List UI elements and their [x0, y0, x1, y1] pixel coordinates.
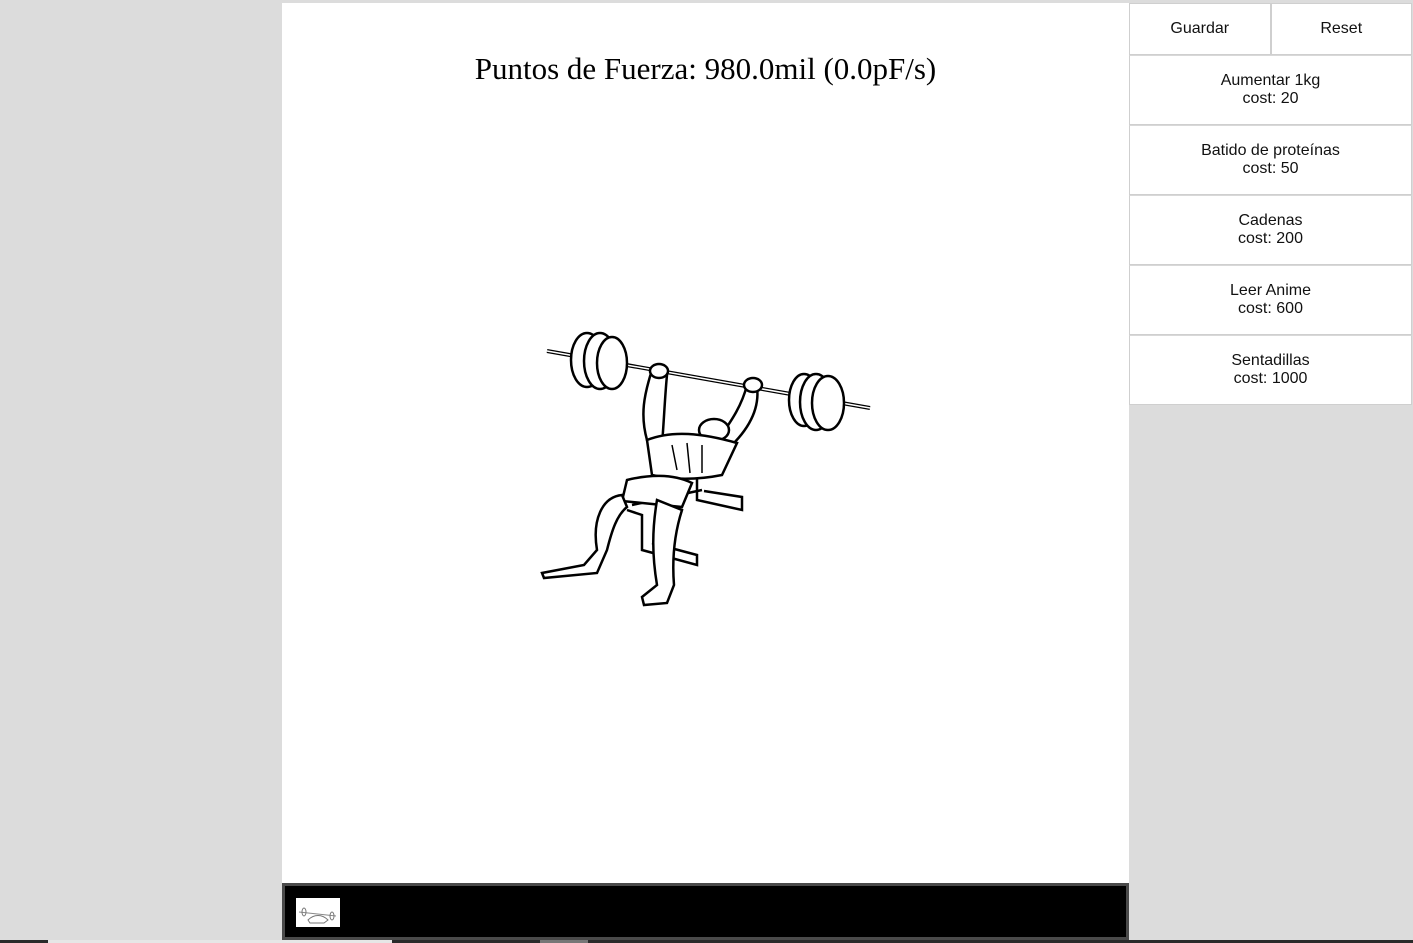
- reset-button[interactable]: Reset: [1270, 3, 1412, 55]
- upgrade-sentadillas[interactable]: Sentadillas cost: 1000: [1129, 335, 1412, 405]
- upgrade-cost: cost: 1000: [1233, 370, 1308, 387]
- left-gutter: [0, 0, 282, 943]
- upgrade-name: Cadenas: [1238, 212, 1303, 229]
- upgrade-cost: cost: 20: [1242, 90, 1299, 107]
- shop-panel: Guardar Reset Aumentar 1kg cost: 20 Bati…: [1129, 3, 1412, 405]
- upgrade-name: Batido de proteínas: [1201, 142, 1340, 159]
- upgrade-cost: cost: 600: [1238, 300, 1303, 317]
- upgrade-cost: cost: 50: [1242, 160, 1299, 177]
- upgrade-name: Aumentar 1kg: [1220, 72, 1321, 89]
- upgrade-cost: cost: 200: [1238, 230, 1303, 247]
- bench-press-icon[interactable]: [532, 315, 882, 615]
- upgrade-leer-anime[interactable]: Leer Anime cost: 600: [1129, 265, 1412, 335]
- inventory-bar: [282, 883, 1129, 940]
- save-button[interactable]: Guardar: [1129, 3, 1271, 55]
- strength-points-counter: Puntos de Fuerza: 980.0mil (0.0pF/s): [474, 51, 937, 86]
- game-area: Puntos de Fuerza: 980.0mil (0.0pF/s): [282, 3, 1129, 883]
- bench-press-thumbnail-icon[interactable]: [296, 898, 340, 927]
- save-reset-row: Guardar Reset: [1129, 3, 1412, 55]
- upgrade-aumentar-1kg[interactable]: Aumentar 1kg cost: 20: [1129, 55, 1412, 125]
- upgrade-cadenas[interactable]: Cadenas cost: 200: [1129, 195, 1412, 265]
- upgrade-name: Leer Anime: [1230, 282, 1311, 299]
- upgrade-name: Sentadillas: [1231, 352, 1310, 369]
- upgrade-batido-de-proteinas[interactable]: Batido de proteínas cost: 50: [1129, 125, 1412, 195]
